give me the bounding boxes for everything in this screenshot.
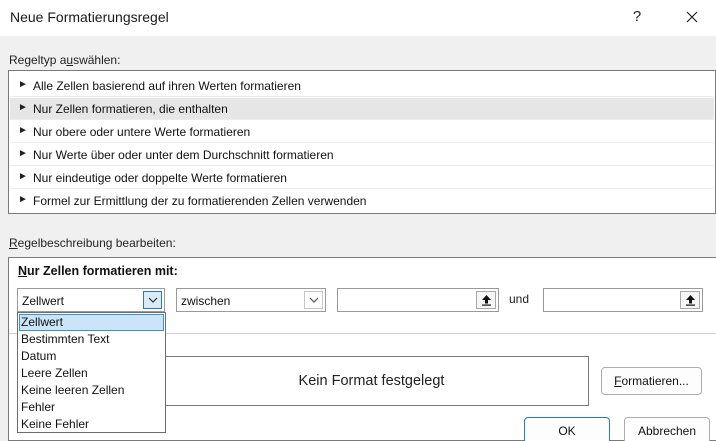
dropdown-option-blanks[interactable]: Leere Zellen [19, 365, 164, 382]
right-pointer-icon: ► [18, 102, 28, 113]
format-preview: Kein Format festgelegt [152, 356, 589, 406]
chevron-down-icon [148, 297, 158, 303]
right-pointer-icon: ► [18, 148, 28, 159]
right-pointer-icon: ► [18, 79, 28, 90]
rule-description-heading: Nur Zellen formatieren mit: [18, 264, 178, 278]
close-icon [686, 11, 698, 23]
collapse-dialog-icon [686, 295, 695, 306]
rule-type-item-label: Nur obere oder untere Werte formatieren [33, 125, 251, 139]
right-pointer-icon: ► [18, 194, 28, 205]
ok-button[interactable]: OK [524, 417, 610, 441]
rule-type-label: Regeltyp auswählen: [9, 53, 120, 67]
rule-type-item-all-cells[interactable]: ► Alle Zellen basierend auf ihren Werten… [10, 75, 714, 97]
collapse-dialog-icon [482, 295, 491, 306]
rule-type-item-label: Alle Zellen basierend auf ihren Werten f… [33, 79, 301, 93]
dropdown-option-no-blanks[interactable]: Keine leeren Zellen [19, 382, 164, 399]
close-button[interactable] [678, 4, 706, 30]
help-button[interactable]: ? [624, 4, 650, 30]
rule-type-item-above-below-average[interactable]: ► Nur Werte über oder unter dem Durchsch… [10, 144, 714, 166]
rule-type-item-unique-duplicate[interactable]: ► Nur eindeutige oder doppelte Werte for… [10, 167, 714, 189]
dropdown-option-cell-value[interactable]: Zellwert [19, 314, 164, 331]
format-preview-text: Kein Format festgelegt [298, 373, 445, 389]
value2-input[interactable] [543, 288, 703, 312]
format-button-label: ormatieren... [621, 374, 689, 388]
value1-input[interactable] [337, 288, 499, 312]
dialog-title: Neue Formatierungsregel [10, 9, 169, 25]
condition-type-dropdown-button[interactable] [143, 291, 162, 309]
right-pointer-icon: ► [18, 171, 28, 182]
rule-type-item-top-bottom[interactable]: ► Nur obere oder untere Werte formatiere… [10, 121, 714, 143]
rule-description-label: Regelbeschreibung bearbeiten: [9, 236, 176, 250]
rule-description-label-part: egelbeschreibung bearbeiten: [17, 236, 176, 250]
rule-type-list[interactable]: ► Alle Zellen basierend auf ihren Werten… [8, 70, 716, 214]
title-bar: Neue Formatierungsregel ? [0, 0, 716, 36]
operator-dropdown-button[interactable] [304, 291, 323, 309]
rule-type-item-label: Formel zur Ermittlung der zu formatieren… [33, 194, 367, 208]
dropdown-option-no-errors[interactable]: Keine Fehler [19, 416, 164, 433]
dropdown-option-date[interactable]: Datum [19, 348, 164, 365]
value2-collapse-button[interactable] [680, 291, 700, 309]
rule-description-label-accel: R [9, 236, 18, 250]
right-pointer-icon: ► [18, 125, 28, 136]
rule-type-item-label: Nur Werte über oder unter dem Durchschni… [33, 148, 334, 162]
format-button[interactable]: Formatieren... [601, 367, 702, 395]
rule-type-label-part: swählen: [73, 53, 121, 67]
condition-type-combo[interactable]: Zellwert [17, 288, 165, 312]
heading-part: ur Zellen formatieren mit: [27, 264, 178, 278]
value1-collapse-button[interactable] [476, 291, 496, 309]
rule-type-item-label: Nur eindeutige oder doppelte Werte forma… [33, 171, 287, 185]
rule-type-item-cells-containing[interactable]: ► Nur Zellen formatieren, die enthalten [10, 98, 714, 120]
operator-combo[interactable]: zwischen [176, 288, 326, 312]
rule-type-item-formula[interactable]: ► Formel zur Ermittlung der zu formatier… [10, 190, 714, 212]
condition-type-dropdown-list[interactable]: Zellwert Bestimmten Text Datum Leere Zel… [17, 312, 166, 433]
cancel-button[interactable]: Abbrechen [624, 417, 710, 441]
operator-value: zwischen [181, 294, 231, 308]
rule-type-label-part: Regeltyp a [9, 53, 67, 67]
rule-type-item-label: Nur Zellen formatieren, die enthalten [33, 102, 228, 116]
and-label: und [509, 292, 530, 306]
condition-type-value: Zellwert [22, 294, 65, 308]
heading-accel: N [18, 264, 28, 278]
chevron-down-icon [309, 297, 319, 303]
dropdown-option-errors[interactable]: Fehler [19, 399, 164, 416]
dropdown-option-specific-text[interactable]: Bestimmten Text [19, 331, 164, 348]
